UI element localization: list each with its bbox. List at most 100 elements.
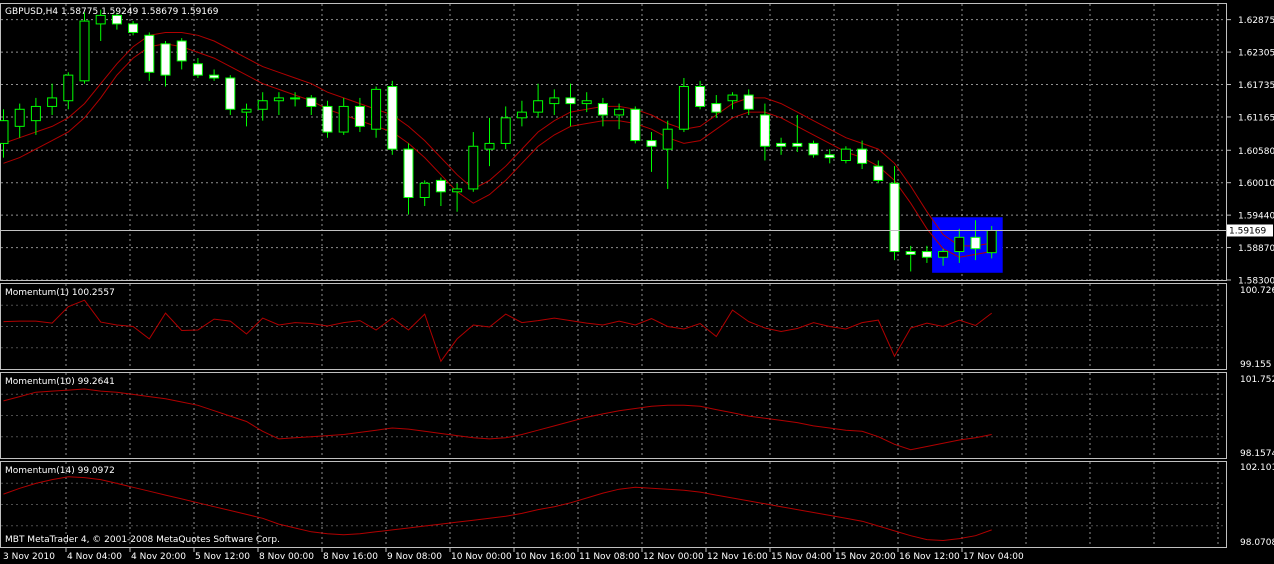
candle-body-bull bbox=[678, 86, 689, 130]
candle-body-bear bbox=[743, 94, 754, 110]
time-axis-label: 11 Nov 08:00 bbox=[579, 552, 640, 562]
candle-body-bull bbox=[954, 236, 965, 253]
candle-body-bull bbox=[549, 97, 560, 105]
price-tick-label: 1.62875 bbox=[1238, 16, 1274, 26]
current-price-label: 1.59169 bbox=[1229, 226, 1266, 236]
momentum14-label: Momentum(14) 99.0972 bbox=[5, 466, 115, 476]
candle-body-bull bbox=[419, 182, 430, 198]
candle-body-bull bbox=[30, 105, 41, 122]
candle-body-bear bbox=[144, 34, 155, 73]
copyright-notice: MBT MetaTrader 4, © 2001-2008 MetaQuotes… bbox=[5, 535, 280, 545]
time-axis-label: 4 Nov 04:00 bbox=[67, 552, 122, 562]
price-tick-label: 1.58870 bbox=[1238, 244, 1274, 254]
candle-body-bull bbox=[63, 74, 74, 102]
time-axis-label: 12 Nov 16:00 bbox=[707, 552, 768, 562]
candle-body-bull bbox=[290, 97, 301, 100]
candle-body-bear bbox=[776, 142, 787, 147]
candle-body-bull bbox=[257, 100, 268, 110]
candle-body-bear bbox=[565, 97, 576, 105]
candle-body-bear bbox=[695, 86, 706, 107]
time-axis-label: 4 Nov 20:00 bbox=[131, 552, 186, 562]
time-axis-label: 3 Nov 2010 bbox=[3, 552, 55, 562]
time-axis-label: 12 Nov 00:00 bbox=[643, 552, 704, 562]
candle-body-bear bbox=[792, 142, 803, 147]
candle-body-bull bbox=[727, 94, 738, 102]
candle-body-bull bbox=[500, 117, 511, 144]
candle-body-bear bbox=[759, 114, 770, 147]
chart-window[interactable]: 1.62875 1.62305 1.61735 1.61165 1.60580 1.600… bbox=[0, 0, 1274, 564]
candle-body-bull bbox=[0, 120, 9, 144]
candle-body-bull bbox=[938, 251, 949, 258]
momentum10-min-label: 98.1574 bbox=[1240, 449, 1274, 459]
candle-body-bear bbox=[873, 165, 884, 181]
time-axis-label: 5 Nov 12:00 bbox=[195, 552, 250, 562]
candle-body-bear bbox=[322, 105, 333, 133]
candle[interactable] bbox=[387, 80, 398, 155]
candle-body-bull bbox=[371, 88, 382, 130]
candle[interactable] bbox=[225, 75, 236, 115]
candle-body-bear bbox=[192, 63, 203, 76]
momentum14-max-label: 102.101 bbox=[1240, 463, 1274, 473]
candle[interactable] bbox=[630, 106, 641, 144]
candle-body-bear bbox=[824, 154, 835, 159]
candle-body-bull bbox=[662, 128, 673, 150]
time-axis-label: 10 Nov 16:00 bbox=[515, 552, 576, 562]
time-axis-label: 8 Nov 16:00 bbox=[323, 552, 378, 562]
candle-body-bear bbox=[387, 86, 398, 150]
candle-body-bear bbox=[597, 103, 608, 116]
momentum10-max-label: 101.752 bbox=[1240, 375, 1274, 385]
candle-body-bear bbox=[306, 97, 317, 107]
candle-body-bear bbox=[209, 74, 220, 79]
candle-body-bull bbox=[468, 145, 479, 190]
candle-body-bull bbox=[516, 111, 527, 119]
candle[interactable] bbox=[678, 77, 689, 133]
candle-body-bear bbox=[128, 23, 139, 33]
price-tick-label: 1.60010 bbox=[1238, 179, 1274, 189]
symbol-label: GBPUSD,H4 1.58775 1.59249 1.58679 1.5916… bbox=[5, 7, 219, 17]
time-axis-label: 10 Nov 00:00 bbox=[451, 552, 512, 562]
candle-body-bull bbox=[484, 142, 495, 150]
candle-body-bear bbox=[808, 142, 819, 156]
candle-body-bear bbox=[630, 108, 641, 142]
candle-body-bull bbox=[581, 100, 592, 105]
time-axis-label: 9 Nov 08:00 bbox=[387, 552, 442, 562]
time-axis-label: 8 Nov 00:00 bbox=[259, 552, 314, 562]
candle-body-bear bbox=[711, 103, 722, 113]
candle-body-bull bbox=[614, 108, 625, 116]
candle-body-bear bbox=[403, 148, 414, 198]
momentum1-min-label: 99.155 bbox=[1240, 360, 1272, 370]
candle[interactable] bbox=[79, 12, 90, 84]
candle[interactable] bbox=[322, 100, 333, 138]
time-axis-label: 15 Nov 20:00 bbox=[835, 552, 896, 562]
candle-body-bull bbox=[273, 97, 284, 102]
price-tick-label: 1.58300 bbox=[1238, 277, 1274, 287]
candle-body-bull bbox=[986, 229, 997, 254]
price-tick-label: 1.62305 bbox=[1238, 49, 1274, 59]
candle-body-bull bbox=[338, 105, 349, 133]
candle-body-bear bbox=[435, 179, 446, 193]
momentum1-label: Momentum(1) 100.2557 bbox=[5, 288, 115, 298]
candle-body-bull bbox=[840, 148, 851, 161]
candle-body-bear bbox=[921, 251, 932, 258]
candle-body-bear bbox=[905, 251, 916, 255]
price-tick-label: 1.60580 bbox=[1238, 147, 1274, 157]
time-axis-label: 16 Nov 12:00 bbox=[899, 552, 960, 562]
candle[interactable] bbox=[840, 146, 851, 164]
candle[interactable] bbox=[808, 140, 819, 158]
candle-body-bear bbox=[225, 77, 236, 110]
price-tick-label: 1.61165 bbox=[1238, 113, 1274, 123]
time-axis-label: 17 Nov 04:00 bbox=[963, 552, 1024, 562]
candle-body-bear bbox=[176, 40, 187, 62]
candle-body-bull bbox=[79, 20, 90, 82]
momentum1-max-label: 100.726 bbox=[1240, 286, 1274, 296]
candle-body-bear bbox=[970, 236, 981, 250]
candle-body-bull bbox=[533, 100, 544, 113]
candle-body-bear bbox=[889, 182, 900, 253]
candle-body-bull bbox=[47, 97, 58, 107]
candle-body-bull bbox=[241, 108, 252, 113]
momentum14-min-label: 98.0708 bbox=[1240, 538, 1274, 548]
momentum10-label: Momentum(10) 99.2641 bbox=[5, 377, 115, 387]
candle-body-bear bbox=[857, 148, 868, 164]
candle-body-bull bbox=[14, 108, 25, 127]
candle-body-bull bbox=[452, 188, 463, 193]
